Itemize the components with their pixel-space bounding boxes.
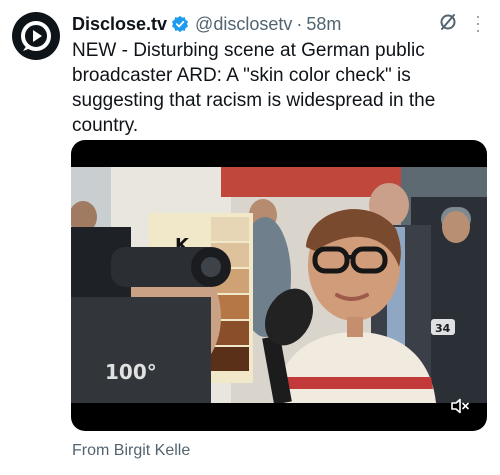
- video-attribution[interactable]: From Birgit Kelle: [72, 442, 190, 460]
- handle[interactable]: @disclosetv: [195, 14, 292, 35]
- tweet-header: Disclose.tv @disclosetv · 58m ···: [72, 12, 489, 37]
- verified-badge-icon: [171, 15, 189, 33]
- video-watermark: 100°: [105, 360, 157, 384]
- play-logo-icon: [21, 21, 51, 51]
- video-badge: 34: [435, 322, 451, 335]
- video-player[interactable]: K 100° 34: [71, 140, 487, 431]
- timestamp[interactable]: 58m: [306, 14, 341, 35]
- more-options-icon[interactable]: ···: [469, 14, 489, 35]
- slashed-circle-icon[interactable]: [438, 12, 458, 37]
- display-name[interactable]: Disclose.tv: [72, 14, 167, 35]
- volume-muted-icon[interactable]: [451, 398, 469, 414]
- avatar[interactable]: [12, 12, 60, 60]
- video-frame: K 100° 34: [71, 167, 487, 403]
- tweet-text: NEW - Disturbing scene at German public …: [72, 40, 436, 136]
- separator-dot: ·: [296, 13, 303, 34]
